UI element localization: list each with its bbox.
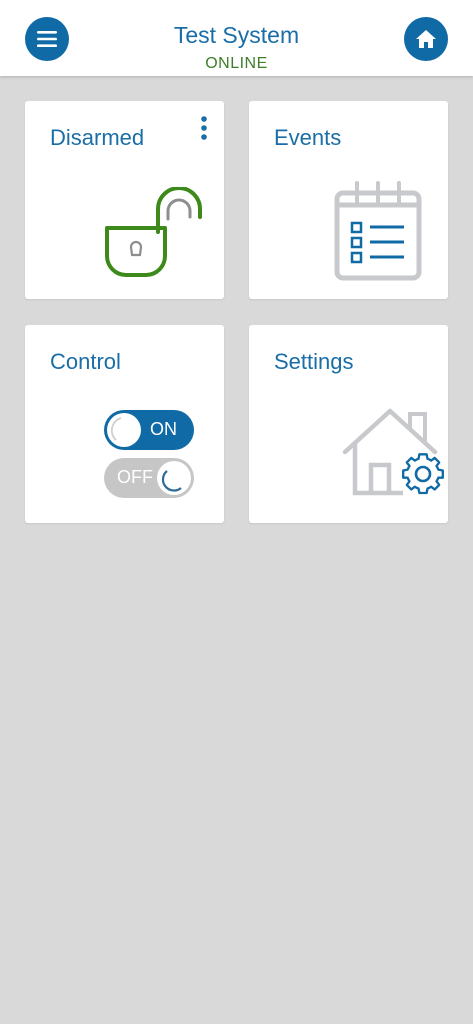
toggle-knob xyxy=(107,413,141,447)
loading-arc-icon xyxy=(110,417,122,441)
off-label: OFF xyxy=(117,467,153,487)
control-label: Control xyxy=(50,349,121,374)
settings-card[interactable]: Settings xyxy=(249,325,448,523)
toggle-knob xyxy=(157,461,191,495)
events-label: Events xyxy=(274,125,342,150)
app-header: Test System ONLINE xyxy=(0,0,473,76)
settings-label: Settings xyxy=(274,349,354,374)
control-card[interactable]: Control ON OFF xyxy=(25,325,224,523)
more-vert-icon xyxy=(201,116,207,140)
page-title: Test System xyxy=(173,22,300,48)
more-options-button[interactable] xyxy=(199,115,209,141)
unlocked-padlock-icon xyxy=(105,187,202,277)
off-toggle[interactable]: OFF xyxy=(104,458,194,498)
home-icon xyxy=(416,30,436,48)
loading-arc-icon xyxy=(161,470,182,492)
connection-status: ONLINE xyxy=(205,55,268,72)
events-card[interactable]: Events xyxy=(249,101,448,299)
on-toggle[interactable]: ON xyxy=(104,410,194,450)
house-gear-icon xyxy=(342,408,444,496)
home-button[interactable] xyxy=(404,17,448,61)
calendar-list-icon xyxy=(334,181,422,281)
disarmed-label: Disarmed xyxy=(50,125,145,150)
on-label: ON xyxy=(150,419,177,439)
disarmed-card[interactable]: Disarmed xyxy=(25,101,224,299)
